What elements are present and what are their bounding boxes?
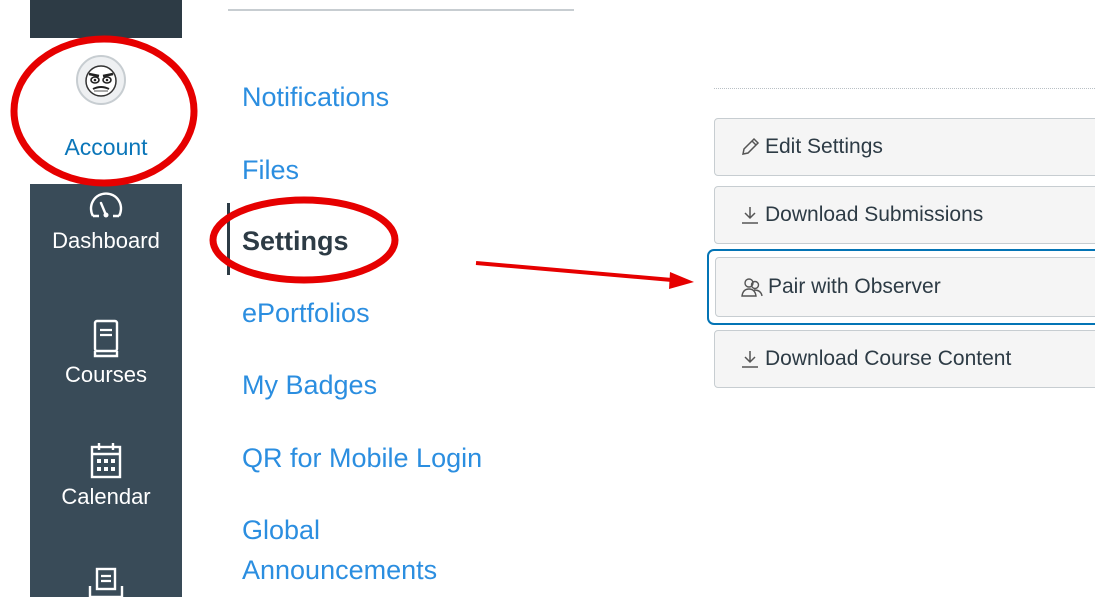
observer-icon: [740, 276, 764, 298]
inbox-icon: [88, 567, 124, 599]
account-nav-global-announcements-line1[interactable]: Global: [242, 513, 320, 547]
avatar-face-icon: [85, 65, 117, 97]
account-nav-notifications[interactable]: Notifications: [242, 80, 389, 114]
account-nav-eportfolios[interactable]: ePortfolios: [242, 296, 370, 330]
edit-settings-button[interactable]: Edit Settings: [714, 118, 1095, 176]
account-label: Account: [64, 134, 148, 160]
nav-label-dashboard: Dashboard: [52, 228, 160, 253]
account-nav-settings[interactable]: Settings: [242, 224, 349, 258]
dashboard-icon: [89, 192, 123, 218]
pair-with-observer-label: Pair with Observer: [768, 275, 941, 298]
nav-item-calendar[interactable]: Calendar: [30, 440, 182, 510]
courses-icon: [93, 319, 119, 358]
pair-with-observer-button[interactable]: Pair with Observer: [707, 249, 1095, 325]
download-icon: [739, 348, 761, 370]
pair-with-observer-content: Pair with Observer: [740, 275, 941, 299]
account-nav-files[interactable]: Files: [242, 153, 299, 187]
nav-label-courses: Courses: [65, 362, 147, 387]
nav-item-courses[interactable]: Courses: [30, 318, 182, 388]
download-icon: [739, 204, 761, 226]
sidebar-divider: [714, 88, 1095, 89]
download-submissions-button[interactable]: Download Submissions: [714, 186, 1095, 244]
download-course-content-button[interactable]: Download Course Content: [714, 330, 1095, 388]
nav-logo-area: [30, 0, 182, 38]
calendar-icon: [90, 443, 122, 479]
account-nav-qr-mobile-login[interactable]: QR for Mobile Login: [242, 441, 482, 475]
pencil-icon: [739, 136, 761, 158]
annotation-arrow-line: [475, 261, 673, 282]
active-indicator: [227, 203, 230, 275]
avatar: [76, 55, 126, 105]
account-nav-my-badges[interactable]: My Badges: [242, 368, 377, 402]
subnav-top-divider: [228, 9, 574, 11]
edit-settings-label: Edit Settings: [765, 135, 883, 158]
nav-item-account[interactable]: Account: [30, 38, 182, 184]
nav-item-inbox[interactable]: [30, 566, 182, 600]
global-nav: Account Dashboard Courses Calendar: [30, 0, 182, 600]
download-submissions-label: Download Submissions: [765, 203, 984, 226]
account-nav-global-announcements-line2[interactable]: Announcements: [242, 553, 437, 587]
download-course-content-label: Download Course Content: [765, 347, 1012, 370]
nav-label-calendar: Calendar: [61, 484, 151, 509]
nav-item-dashboard[interactable]: Dashboard: [30, 186, 182, 254]
annotation-arrow-head: [669, 272, 694, 289]
